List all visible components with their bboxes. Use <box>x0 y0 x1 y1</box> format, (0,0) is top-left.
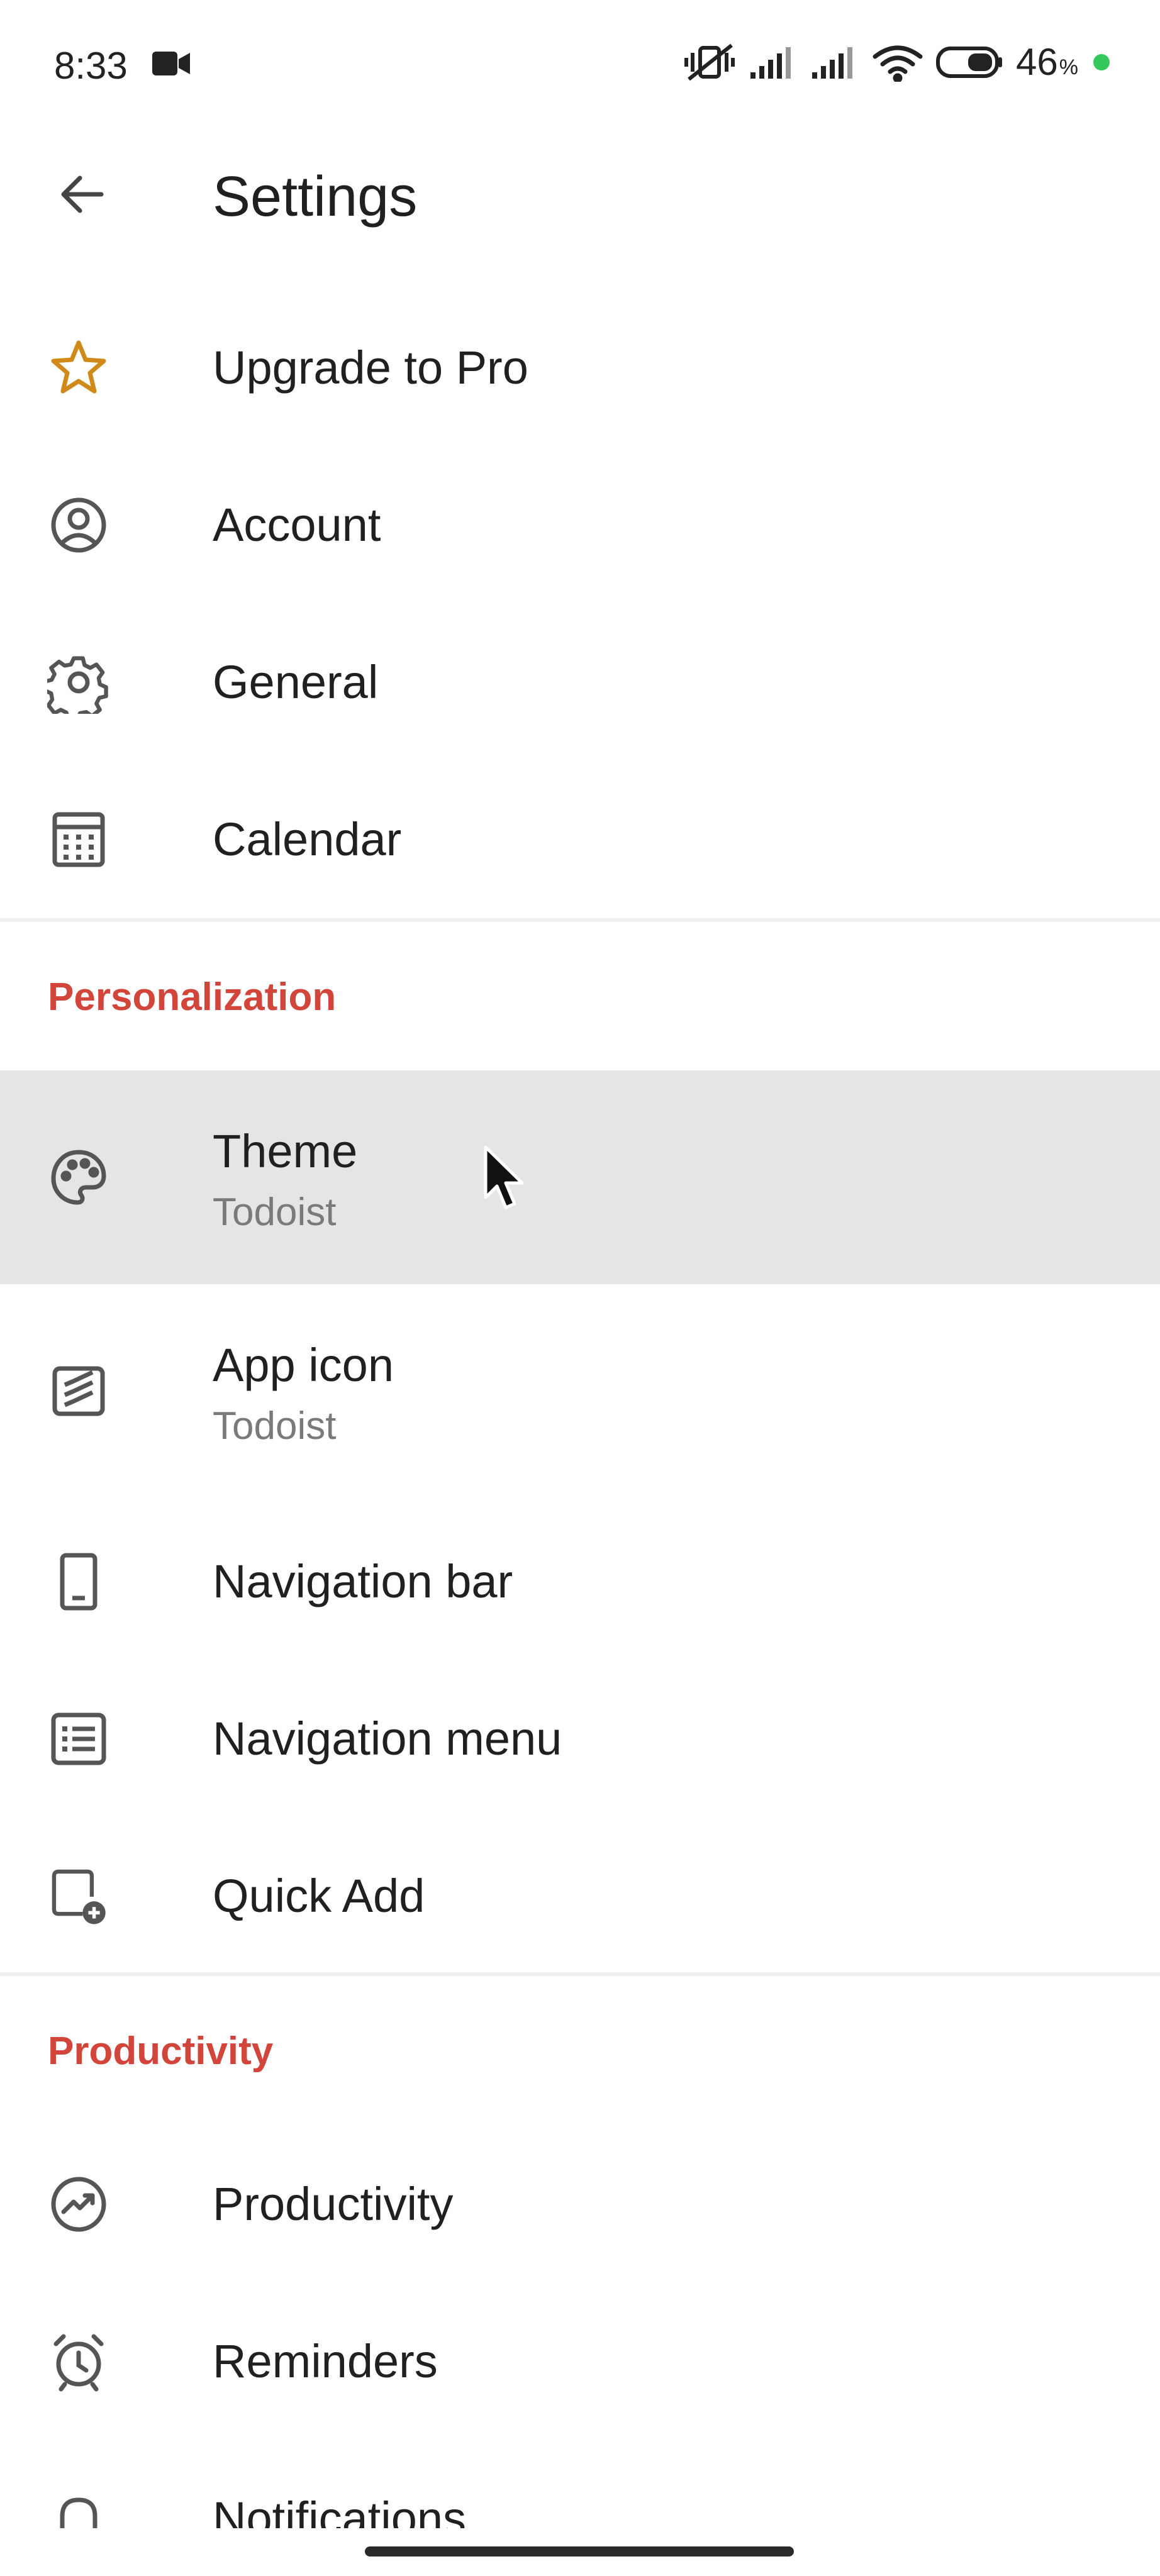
settings-item-quick-add[interactable]: Quick Add <box>0 1818 1160 1975</box>
home-indicator[interactable] <box>365 2546 794 2557</box>
gear-icon <box>47 651 110 714</box>
settings-item-label: Reminders <box>213 2335 438 2387</box>
alarm-clock-icon <box>47 2330 110 2393</box>
settings-item-reminders[interactable]: Reminders <box>0 2283 1160 2440</box>
settings-item-productivity[interactable]: Productivity <box>0 2126 1160 2283</box>
settings-item-label: Account <box>213 499 381 551</box>
mute-vibrate-icon <box>684 42 737 83</box>
star-icon <box>47 336 110 399</box>
status-bar: 8:33 46% <box>0 0 1160 132</box>
video-camera-icon <box>151 49 191 81</box>
status-icons: 46% <box>684 40 1110 84</box>
signal-icon <box>748 45 798 80</box>
battery-percent: 46 <box>1016 41 1058 83</box>
settings-item-label: Notifications <box>213 2492 467 2528</box>
settings-item-app-icon[interactable]: App icon Todoist <box>0 1284 1160 1498</box>
app-bar: Settings <box>0 132 1160 258</box>
calendar-icon <box>47 808 110 871</box>
productivity-trend-icon <box>47 2173 110 2236</box>
signal-icon-2 <box>810 45 860 80</box>
settings-item-value: Todoist <box>213 1191 337 1234</box>
account-icon <box>47 494 110 557</box>
bell-icon <box>47 2487 110 2528</box>
settings-item-account[interactable]: Account <box>0 447 1160 604</box>
settings-item-label: Theme <box>213 1125 358 1177</box>
status-time: 8:33 <box>54 45 128 87</box>
phone-icon <box>47 1550 110 1613</box>
settings-item-upgrade[interactable]: Upgrade to Pro <box>0 289 1160 447</box>
quick-add-icon <box>47 1865 110 1928</box>
settings-item-label: App icon <box>213 1339 394 1391</box>
section-header-personalization: Personalization <box>48 975 337 1019</box>
settings-item-label: Productivity <box>213 2178 454 2230</box>
settings-item-theme[interactable]: Theme Todoist <box>0 1070 1160 1284</box>
settings-item-calendar[interactable]: Calendar <box>0 761 1160 918</box>
settings-item-label: Upgrade to Pro <box>213 341 528 394</box>
wifi-icon <box>871 43 924 82</box>
battery-icon <box>935 45 1005 80</box>
settings-item-label: Calendar <box>213 813 402 865</box>
battery-level: 46% <box>1016 40 1078 84</box>
section-divider <box>0 918 1160 922</box>
list-icon <box>47 1707 110 1770</box>
settings-item-navigation-menu[interactable]: Navigation menu <box>0 1660 1160 1818</box>
section-divider <box>0 1972 1160 1976</box>
page-title: Settings <box>213 165 418 228</box>
privacy-indicator-dot <box>1093 53 1110 70</box>
mouse-cursor-icon <box>483 1145 527 1217</box>
settings-item-general[interactable]: General <box>0 604 1160 761</box>
back-button[interactable] <box>48 160 117 229</box>
app-icon-icon <box>47 1360 110 1423</box>
settings-item-label: General <box>213 656 379 708</box>
settings-item-label: Navigation menu <box>213 1713 562 1765</box>
settings-item-label: Navigation bar <box>213 1555 513 1607</box>
section-header-productivity: Productivity <box>48 2029 274 2073</box>
palette-icon <box>47 1146 110 1209</box>
arrow-back-icon <box>61 175 104 213</box>
settings-item-value: Todoist <box>213 1404 337 1448</box>
settings-item-notifications[interactable]: Notifications <box>0 2440 1160 2528</box>
settings-item-label: Quick Add <box>213 1870 425 1922</box>
battery-percent-unit: % <box>1059 55 1078 79</box>
settings-item-navigation-bar[interactable]: Navigation bar <box>0 1503 1160 1660</box>
